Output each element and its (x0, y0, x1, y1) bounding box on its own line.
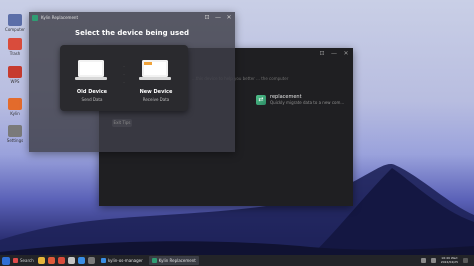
computer-icon (8, 14, 22, 26)
page-title: Select the device being used (75, 29, 189, 37)
window-controls: ⊡ — ✕ (204, 15, 232, 21)
kylin-replacement-icon (151, 258, 157, 263)
desktop-icon-trash[interactable]: Trash (4, 38, 26, 56)
taskbar-app-browser[interactable] (48, 257, 55, 264)
old-device-title: Old Device (76, 89, 108, 95)
settings-icon (8, 125, 22, 137)
taskbar-task-kylin-replacement[interactable]: Kylin Replacement (148, 256, 199, 265)
network-icon[interactable] (420, 257, 426, 263)
notification-icon[interactable] (463, 257, 468, 263)
new-device-subtitle: Receive Data (142, 97, 170, 102)
wps-icon (8, 66, 22, 78)
system-tray: 16:49 Wed 2024/04/25 (420, 256, 468, 264)
desktop-icon-settings[interactable]: Settings (4, 125, 26, 143)
old-device-subtitle: Send Data (81, 97, 103, 102)
close-button[interactable]: ✕ (226, 15, 232, 21)
minimize-button[interactable]: — (331, 51, 337, 57)
desktop-icon-kylin[interactable]: Kylin (4, 98, 26, 116)
trash-icon (8, 38, 22, 50)
taskbar: Search kylin-os-manager Kylin Replacemen… (0, 255, 474, 266)
taskbar-app-wps[interactable] (58, 257, 65, 264)
new-device-title: New Device (139, 89, 173, 95)
kylin-manager-icon (101, 258, 106, 263)
old-device-card[interactable]: Old Device Send Data (60, 45, 124, 111)
taskbar-app-settings[interactable] (88, 257, 95, 264)
window-controls: ⊡ — ✕ (319, 51, 349, 57)
volume-icon[interactable] (430, 257, 436, 263)
laptop-icon (75, 60, 107, 80)
search-icon (13, 258, 18, 263)
taskbar-task-kylin-os-manager[interactable]: kylin-os-manager (98, 256, 146, 265)
close-button[interactable]: ✕ (343, 51, 349, 57)
taskbar-app-editor[interactable] (68, 257, 75, 264)
replacement-entry[interactable]: ⇄ replacement Quickly migrate data to a … (256, 94, 344, 105)
minimize-button[interactable]: — (215, 15, 221, 21)
exit-button[interactable]: Exit Tips (112, 119, 132, 127)
maximize-button[interactable]: ⊡ (204, 15, 210, 21)
replacement-description: Quickly migrate data to a new com... (270, 100, 345, 105)
laptop-icon (139, 60, 171, 80)
taskbar-app-store[interactable] (78, 257, 85, 264)
desktop-icon-wps[interactable]: WPS (4, 66, 26, 84)
maximize-button[interactable]: ⊡ (319, 51, 325, 57)
new-device-card[interactable]: New Device Receive Data (124, 45, 188, 111)
replacement-app-icon: ⇄ (256, 94, 266, 105)
desktop-icon-computer[interactable]: Computer (4, 14, 26, 32)
window-title: Kylin Replacement (41, 15, 79, 20)
clock[interactable]: 16:49 Wed 2024/04/25 (441, 256, 458, 264)
titlebar: Kylin Replacement ⊡ — ✕ (29, 12, 235, 24)
start-menu-button[interactable] (2, 256, 10, 265)
kylin-replacement-icon (32, 15, 38, 21)
search-button[interactable]: Search (13, 257, 35, 264)
kylin-icon (8, 98, 22, 110)
taskbar-app-files[interactable] (38, 257, 45, 264)
device-selection-panel: Old Device Send Data · · · New Device Rece… (60, 45, 188, 111)
